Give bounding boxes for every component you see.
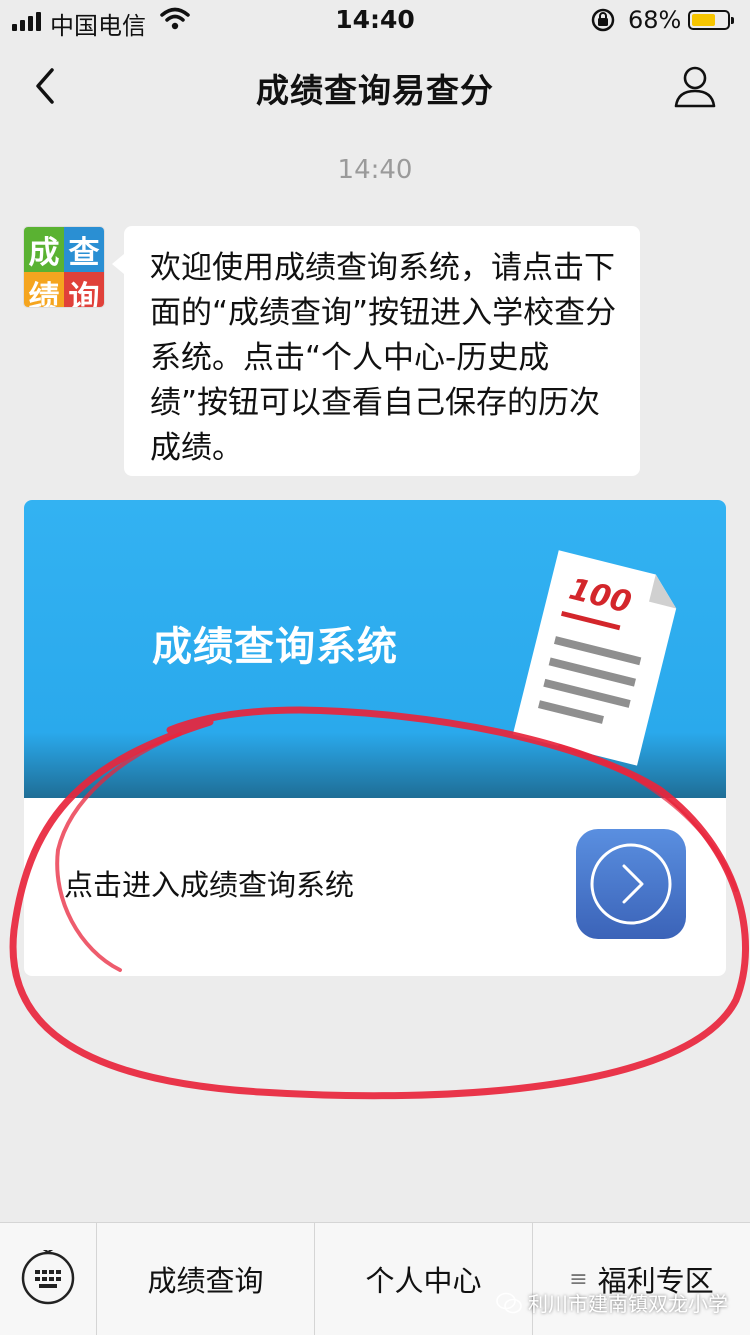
- rotation-lock-icon: [591, 8, 615, 32]
- avatar-char: 绩: [24, 272, 64, 307]
- battery-percent: 68%: [628, 6, 682, 34]
- menu-item-welfare[interactable]: ≡ 福利专区: [533, 1223, 750, 1335]
- enter-button[interactable]: [576, 829, 686, 939]
- avatar-char: 询: [64, 272, 104, 307]
- avatar-char: 成: [24, 227, 64, 272]
- arrow-right-circle-icon: [590, 843, 672, 925]
- card-label: 点击进入成绩查询系统: [64, 868, 355, 902]
- keyboard-icon: [21, 1250, 75, 1305]
- banner-title: 成绩查询系统: [152, 624, 398, 670]
- avatar-char: 查: [64, 227, 104, 272]
- menu-item-label: 成绩查询: [147, 1264, 264, 1298]
- menu-item-personal-center[interactable]: 个人中心: [315, 1223, 533, 1335]
- wechat-icon: [496, 1292, 522, 1313]
- message-bubble: 欢迎使用成绩查询系统，请点击下面的“成绩查询”按钮进入学校查分系统。点击“个人中…: [112, 226, 640, 476]
- nav-bar: 成绩查询易查分: [0, 42, 750, 128]
- page-title: 成绩查询易查分: [256, 71, 494, 110]
- watermark: 利川市建南镇双龙小学: [496, 1288, 728, 1317]
- score-paper-icon: 100: [512, 550, 677, 766]
- message-text: 欢迎使用成绩查询系统，请点击下面的“成绩查询”按钮进入学校查分系统。点击“个人中…: [150, 250, 617, 466]
- menu-item-label: 个人中心: [365, 1264, 482, 1298]
- battery-icon: [688, 10, 734, 30]
- card-banner: 成绩查询系统 100: [24, 500, 726, 798]
- chat-timestamp: 14:40: [337, 155, 413, 185]
- bottom-menu: 成绩查询 个人中心 ≡ 福利专区: [0, 1222, 750, 1335]
- status-bar: 中国电信 14:40 68%: [0, 0, 750, 42]
- watermark-text: 利川市建南镇双龙小学: [528, 1292, 728, 1316]
- keyboard-toggle-button[interactable]: [0, 1223, 97, 1335]
- avatar[interactable]: 成 查 绩 询: [24, 227, 104, 307]
- link-card[interactable]: 成绩查询系统 100 点击进入成绩查询系统: [24, 500, 726, 976]
- menu-item-score-query[interactable]: 成绩查询: [97, 1223, 315, 1335]
- person-icon[interactable]: [670, 62, 720, 112]
